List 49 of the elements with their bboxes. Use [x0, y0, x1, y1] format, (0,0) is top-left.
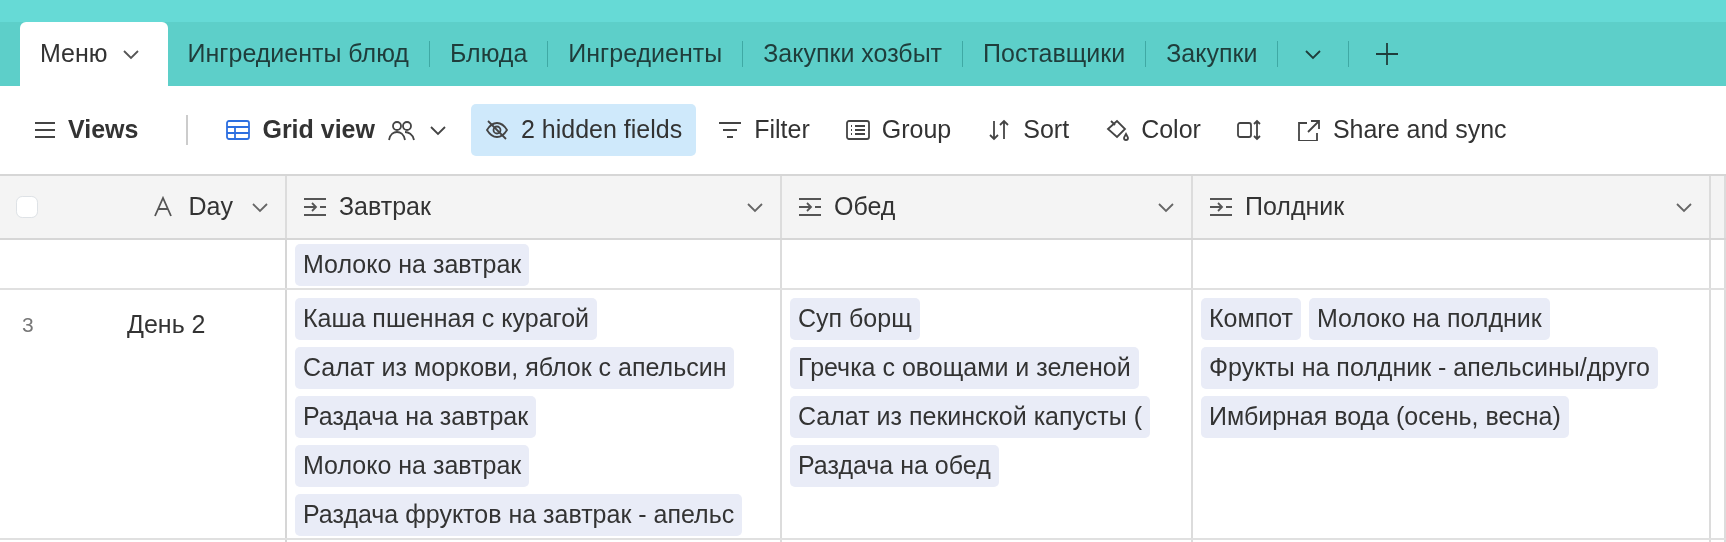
- linked-record-tag[interactable]: Каша пшенная с курагой: [295, 298, 597, 340]
- people-icon: [387, 119, 417, 141]
- column-header[interactable]: Полдник: [1245, 188, 1657, 226]
- filter-icon: [718, 119, 743, 141]
- paint-bucket-icon: [1105, 119, 1130, 141]
- hidden-button[interactable]: 2 hidden fields: [471, 104, 697, 156]
- list-icon: [845, 119, 870, 141]
- external-link-icon: [1296, 119, 1321, 141]
- tab[interactable]: Меню: [20, 22, 168, 86]
- linked-record-tag[interactable]: Фрукты на полдник - апельсины/друго: [1201, 347, 1658, 389]
- linked-record-tag[interactable]: Салат из пекинской капусты (: [790, 396, 1150, 438]
- tab[interactable]: Закупки хозбыт: [743, 22, 963, 86]
- column-header[interactable]: Обед: [834, 188, 1139, 226]
- row-height-icon: [1236, 119, 1261, 141]
- tab[interactable]: Закупки: [1146, 22, 1278, 86]
- tab[interactable]: Ингредиенты: [548, 22, 743, 86]
- linked-record-tag[interactable]: Суп борщ: [790, 298, 920, 340]
- linked-record-icon: [798, 196, 822, 218]
- linked-record-icon: [1209, 196, 1233, 218]
- linked-record-icon: [303, 196, 327, 218]
- linked-record-tag[interactable]: Имбирная вода (осень, весна): [1201, 396, 1569, 438]
- sort-button[interactable]: Sort: [973, 104, 1084, 156]
- column-header[interactable]: Завтрак: [339, 188, 728, 226]
- linked-record-tag[interactable]: Раздача на обед: [790, 445, 999, 487]
- menu-icon: [34, 121, 56, 139]
- linked-record-tag[interactable]: Гречка с овощами и зеленой: [790, 347, 1139, 389]
- column-header[interactable]: Day: [188, 188, 233, 226]
- linked-record-tag[interactable]: Молоко на завтрак: [295, 244, 530, 286]
- grid-icon: [226, 120, 251, 140]
- day-cell-text: День 2: [127, 309, 206, 340]
- row-number: 3: [22, 312, 35, 338]
- eye-slash-icon: [485, 119, 509, 141]
- views-button[interactable]: Views: [34, 104, 153, 156]
- group-button[interactable]: Group: [831, 104, 966, 156]
- tab[interactable]: Поставщики: [963, 22, 1146, 86]
- linked-record-tag[interactable]: Салат из моркови, яблок с апельсин: [295, 347, 735, 389]
- linked-record-tag[interactable]: Раздача на завтрак: [295, 396, 537, 438]
- linked-record-tag[interactable]: Раздача фруктов на завтрак - апельс: [295, 494, 743, 536]
- linked-record-tag[interactable]: Молоко на завтрак: [295, 445, 530, 487]
- view-switcher[interactable]: Grid view: [212, 104, 461, 156]
- linked-record-tag[interactable]: Молоко на полдник: [1309, 298, 1550, 340]
- color-button[interactable]: Color: [1091, 104, 1215, 156]
- tab[interactable]: Ингредиенты блюд: [167, 22, 429, 86]
- linked-record-tag[interactable]: Компот: [1201, 298, 1301, 340]
- tab[interactable]: Блюда: [429, 22, 548, 86]
- filter-button[interactable]: Filter: [704, 104, 824, 156]
- plus-icon: [1375, 42, 1400, 66]
- select-all-checkbox[interactable]: [16, 196, 38, 218]
- share-button[interactable]: Share and sync: [1282, 104, 1521, 156]
